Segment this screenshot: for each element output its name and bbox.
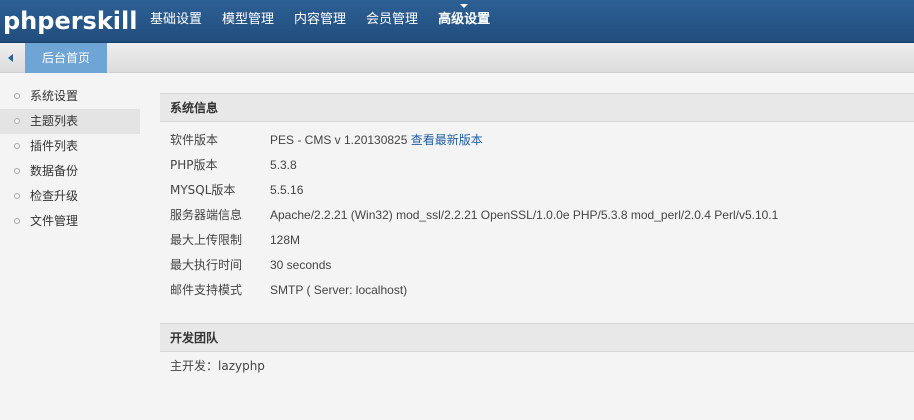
triangle-left-icon [8,54,13,62]
bullet-icon [14,93,20,99]
nav-label: 内容管理 [294,12,347,27]
nav-label: 会员管理 [366,12,419,27]
lead-developer-text: 主开发：lazyphp [170,359,265,373]
info-row-software-version: 软件版本 PES - CMS v 1.20130825 查看最新版本 [170,128,483,153]
tab-home[interactable]: 后台首页 [25,43,107,73]
bullet-icon [14,218,20,224]
sidebar-item-system-settings[interactable]: 系统设置 [0,84,140,109]
software-version-value: PES - CMS v 1.20130825 [270,133,408,147]
active-caret-icon [460,4,469,8]
sidebar-item-file-management[interactable]: 文件管理 [0,209,140,234]
bullet-icon [14,143,20,149]
nav-advanced-settings[interactable]: 高级设置 [428,0,500,43]
info-row-server-info: 服务器端信息 Apache/2.2.21 (Win32) mod_ssl/2.2… [170,203,778,228]
sidebar-item-label: 数据备份 [30,164,79,178]
sidebar-item-label: 系统设置 [30,89,79,103]
info-label: 最大上传限制 [170,233,243,247]
info-row-mysql-version: MYSQL版本 5.5.16 [170,178,303,203]
sidebar-item-data-backup[interactable]: 数据备份 [0,159,140,184]
sidebar-toggle-button[interactable] [0,43,22,73]
info-label: 最大执行时间 [170,258,243,272]
sidebar-item-label: 检查升级 [30,189,79,203]
dev-team-title: 开发团队 [160,323,914,352]
info-row-mail-mode: 邮件支持模式 SMTP ( Server: localhost) [170,278,407,303]
top-nav: 基础设置 模型管理 内容管理 会员管理 高级设置 [140,0,500,43]
nav-label: 模型管理 [222,12,275,27]
nav-label: 基础设置 [150,12,203,27]
nav-basic-settings[interactable]: 基础设置 [140,0,212,43]
system-info-title: 系统信息 [160,93,914,122]
info-value: Apache/2.2.21 (Win32) mod_ssl/2.2.21 Ope… [270,208,779,222]
info-label: PHP版本 [170,158,218,172]
info-value: SMTP ( Server: localhost) [270,283,408,297]
info-value: 5.3.8 [270,158,297,172]
nav-content-management[interactable]: 内容管理 [284,0,356,43]
tab-label: 后台首页 [41,51,90,65]
info-value: PES - CMS v 1.20130825 查看最新版本 [270,128,483,153]
info-row-php-version: PHP版本 5.3.8 [170,153,297,178]
nav-model-management[interactable]: 模型管理 [212,0,284,43]
main-content: 系统信息 软件版本 PES - CMS v 1.20130825 查看最新版本 … [140,73,914,420]
sidebar-item-check-upgrade[interactable]: 检查升级 [0,184,140,209]
info-label: MYSQL版本 [170,183,236,197]
nav-member-management[interactable]: 会员管理 [356,0,428,43]
sidebar: 系统设置 主题列表 插件列表 数据备份 检查升级 文件管理 [0,84,140,420]
info-value: 5.5.16 [270,183,304,197]
info-label: 邮件支持模式 [170,283,243,297]
bullet-icon [14,118,20,124]
nav-label: 高级设置 [438,12,491,27]
top-header: phperskill 基础设置 模型管理 内容管理 会员管理 高级设置 [0,0,914,43]
info-label: 软件版本 [170,133,219,147]
info-row-max-execution-time: 最大执行时间 30 seconds [170,253,331,278]
sidebar-item-label: 文件管理 [30,214,79,228]
info-value: 128M [270,233,301,247]
app-logo[interactable]: phperskill [3,3,137,39]
bullet-icon [14,193,20,199]
tab-strip: 后台首页 [0,43,914,73]
check-latest-version-link[interactable]: 查看最新版本 [411,133,483,147]
info-label: 服务器端信息 [170,208,243,222]
sidebar-item-label: 主题列表 [30,114,79,128]
info-value: 30 seconds [270,258,332,272]
sidebar-item-theme-list[interactable]: 主题列表 [0,109,140,134]
sidebar-item-plugin-list[interactable]: 插件列表 [0,134,140,159]
info-row-max-upload: 最大上传限制 128M [170,228,300,253]
bullet-icon [14,168,20,174]
sidebar-item-label: 插件列表 [30,139,79,153]
